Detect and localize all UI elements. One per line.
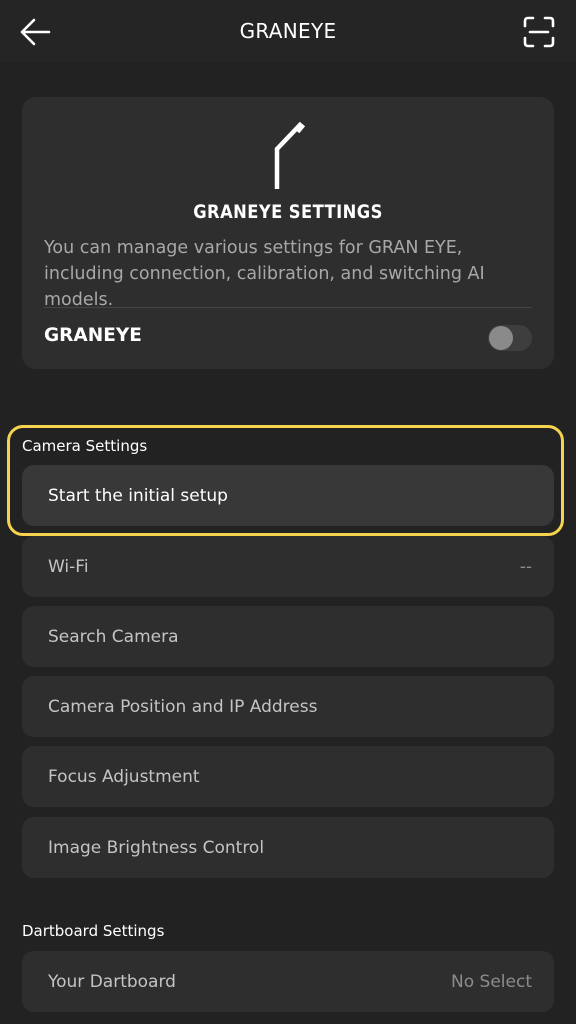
highlight-frame bbox=[7, 425, 564, 536]
info-card-title: GRANEYE SETTINGS bbox=[193, 201, 383, 223]
row-label: Image Brightness Control bbox=[48, 837, 265, 858]
page-title: GRANEYE bbox=[239, 19, 337, 43]
your-dartboard-row[interactable]: Your Dartboard No Select bbox=[22, 951, 554, 1012]
graneye-toggle[interactable] bbox=[488, 325, 532, 351]
header-bar: GRANEYE bbox=[0, 0, 576, 62]
row-label: Focus Adjustment bbox=[48, 766, 200, 787]
info-card-description: You can manage various settings for GRAN… bbox=[44, 238, 485, 310]
camera-arm-icon bbox=[274, 121, 306, 189]
settings-screen: GRANEYE GRANEYE SETTINGS You can manage … bbox=[0, 0, 576, 1024]
search-camera-row[interactable]: Search Camera bbox=[22, 606, 554, 667]
graneye-toggle-label: GRANEYE bbox=[44, 325, 142, 346]
focus-adjustment-row[interactable]: Focus Adjustment bbox=[22, 746, 554, 807]
row-value: No Select bbox=[451, 971, 532, 992]
row-label: Your Dartboard bbox=[48, 971, 176, 992]
divider bbox=[44, 307, 532, 308]
camera-position-ip-row[interactable]: Camera Position and IP Address bbox=[22, 676, 554, 737]
row-label: Wi-Fi bbox=[48, 556, 89, 577]
image-brightness-row[interactable]: Image Brightness Control bbox=[22, 817, 554, 878]
row-value: -- bbox=[519, 556, 532, 577]
wifi-row[interactable]: Wi-Fi -- bbox=[22, 536, 554, 597]
graneye-info-card: GRANEYE SETTINGS You can manage various … bbox=[22, 97, 554, 369]
row-label: Search Camera bbox=[48, 626, 179, 647]
scan-icon bbox=[523, 16, 555, 48]
toggle-knob bbox=[489, 326, 513, 350]
row-label: Camera Position and IP Address bbox=[48, 696, 318, 717]
scan-button[interactable] bbox=[522, 15, 556, 49]
dartboard-settings-heading: Dartboard Settings bbox=[22, 922, 165, 940]
